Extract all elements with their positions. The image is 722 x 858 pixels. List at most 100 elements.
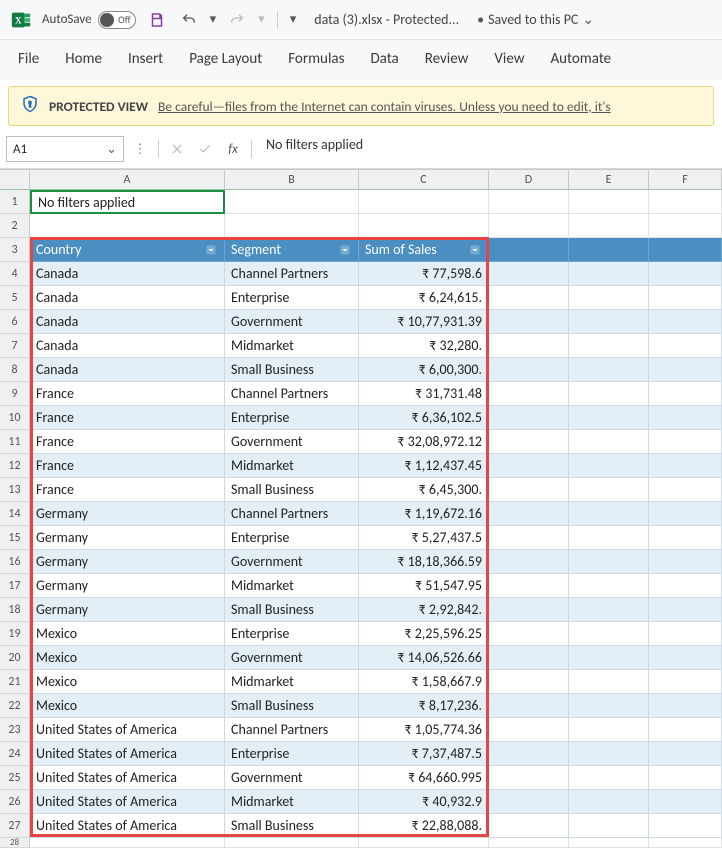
row-header[interactable]: 6 <box>0 310 30 334</box>
row-header[interactable]: 27 <box>0 814 30 838</box>
empty-cell[interactable] <box>649 358 722 382</box>
empty-cell[interactable] <box>569 286 649 310</box>
row-header[interactable]: 4 <box>0 262 30 286</box>
empty-cell[interactable] <box>569 574 649 598</box>
cell-country[interactable]: France <box>30 406 225 430</box>
empty-cell[interactable] <box>569 718 649 742</box>
filter-dropdown-icon[interactable] <box>468 243 482 257</box>
col-header-d[interactable]: D <box>489 170 569 190</box>
empty-cell[interactable] <box>489 406 569 430</box>
cell-segment[interactable]: Midmarket <box>225 454 359 478</box>
empty-cell[interactable] <box>569 262 649 286</box>
row-header[interactable]: 5 <box>0 286 30 310</box>
empty-cell[interactable] <box>489 358 569 382</box>
cell-segment[interactable]: Small Business <box>225 694 359 718</box>
empty-cell[interactable] <box>489 430 569 454</box>
row-header[interactable]: 20 <box>0 646 30 670</box>
pivot-header-segment[interactable]: Segment <box>225 238 359 262</box>
empty-cell[interactable] <box>649 454 722 478</box>
name-box[interactable]: A1 ⌄ <box>6 136 124 162</box>
empty-cell[interactable] <box>489 646 569 670</box>
cell-segment[interactable]: Channel Partners <box>225 502 359 526</box>
filter-dropdown-icon[interactable] <box>204 243 218 257</box>
undo-dropdown-icon[interactable]: ▾ <box>210 12 217 27</box>
empty-cell[interactable] <box>569 358 649 382</box>
cancel-button[interactable] <box>165 137 189 161</box>
row-header[interactable]: 12 <box>0 454 30 478</box>
cell-segment[interactable]: Channel Partners <box>225 382 359 406</box>
empty-cell[interactable] <box>489 766 569 790</box>
tab-automate[interactable]: Automate <box>550 50 611 68</box>
empty-cell[interactable] <box>225 838 359 848</box>
empty-cell[interactable] <box>649 622 722 646</box>
empty-cell[interactable] <box>649 430 722 454</box>
empty-cell[interactable] <box>489 598 569 622</box>
empty-cell[interactable] <box>569 430 649 454</box>
row-header[interactable]: 13 <box>0 478 30 502</box>
cell-country[interactable]: France <box>30 478 225 502</box>
toggle-switch[interactable]: Off <box>98 11 136 29</box>
col-header-f[interactable]: F <box>649 170 722 190</box>
row-header[interactable]: 11 <box>0 430 30 454</box>
empty-cell[interactable] <box>30 214 225 238</box>
cell-sales[interactable]: ₹ 10,77,931.39 <box>359 310 489 334</box>
empty-cell[interactable] <box>649 478 722 502</box>
empty-cell[interactable] <box>489 526 569 550</box>
saved-status[interactable]: Saved to this PC ⌄ <box>477 11 594 28</box>
tab-formulas[interactable]: Formulas <box>288 50 344 68</box>
cell-segment[interactable]: Midmarket <box>225 670 359 694</box>
empty-cell[interactable] <box>30 838 225 848</box>
empty-cell[interactable] <box>489 214 569 238</box>
empty-cell[interactable] <box>649 286 722 310</box>
empty-cell[interactable] <box>359 838 489 848</box>
empty-cell[interactable] <box>489 454 569 478</box>
cell-sales[interactable]: ₹ 32,08,972.12 <box>359 430 489 454</box>
qat-customize-icon[interactable]: ▾ <box>290 12 297 27</box>
row-header[interactable]: 28 <box>0 838 30 848</box>
empty-cell[interactable] <box>569 454 649 478</box>
tab-view[interactable]: View <box>494 50 524 68</box>
save-button[interactable] <box>146 9 168 31</box>
cell-country[interactable]: United States of America <box>30 814 225 838</box>
empty-cell[interactable] <box>359 214 489 238</box>
empty-cell[interactable] <box>489 334 569 358</box>
empty-cell[interactable] <box>225 190 359 214</box>
empty-cell[interactable] <box>569 622 649 646</box>
row-header[interactable]: 9 <box>0 382 30 406</box>
cell-country[interactable]: United States of America <box>30 766 225 790</box>
cell-sales[interactable]: ₹ 6,24,615. <box>359 286 489 310</box>
empty-cell[interactable] <box>489 550 569 574</box>
empty-cell[interactable] <box>649 790 722 814</box>
cell-segment[interactable]: Enterprise <box>225 286 359 310</box>
protected-message[interactable]: Be careful—files from the Internet can c… <box>158 98 611 115</box>
row-header[interactable]: 23 <box>0 718 30 742</box>
tab-page-layout[interactable]: Page Layout <box>189 50 262 68</box>
cell-sales[interactable]: ₹ 77,598.6 <box>359 262 489 286</box>
empty-cell[interactable] <box>569 598 649 622</box>
empty-cell[interactable] <box>649 766 722 790</box>
empty-cell[interactable] <box>569 478 649 502</box>
empty-cell[interactable] <box>569 310 649 334</box>
cell-segment[interactable]: Government <box>225 310 359 334</box>
empty-cell[interactable] <box>569 382 649 406</box>
cell-country[interactable]: Germany <box>30 526 225 550</box>
cell-country[interactable]: Canada <box>30 334 225 358</box>
empty-cell[interactable] <box>649 838 722 848</box>
cell-segment[interactable]: Channel Partners <box>225 718 359 742</box>
empty-cell[interactable] <box>569 238 649 262</box>
row-header[interactable]: 10 <box>0 406 30 430</box>
empty-cell[interactable] <box>489 718 569 742</box>
cell-segment[interactable]: Enterprise <box>225 742 359 766</box>
worksheet-grid[interactable]: A B C D E F 1No filters applied23Country… <box>0 169 722 848</box>
cell-country[interactable]: France <box>30 430 225 454</box>
cell-segment[interactable]: Channel Partners <box>225 262 359 286</box>
cell-sales[interactable]: ₹ 1,12,437.45 <box>359 454 489 478</box>
cell-country[interactable]: Canada <box>30 310 225 334</box>
pivot-header-sales[interactable]: Sum of Sales <box>359 238 489 262</box>
row-header[interactable]: 18 <box>0 598 30 622</box>
cell-sales[interactable]: ₹ 1,05,774.36 <box>359 718 489 742</box>
empty-cell[interactable] <box>649 574 722 598</box>
row-header[interactable]: 25 <box>0 766 30 790</box>
empty-cell[interactable] <box>649 190 722 214</box>
empty-cell[interactable] <box>489 838 569 848</box>
